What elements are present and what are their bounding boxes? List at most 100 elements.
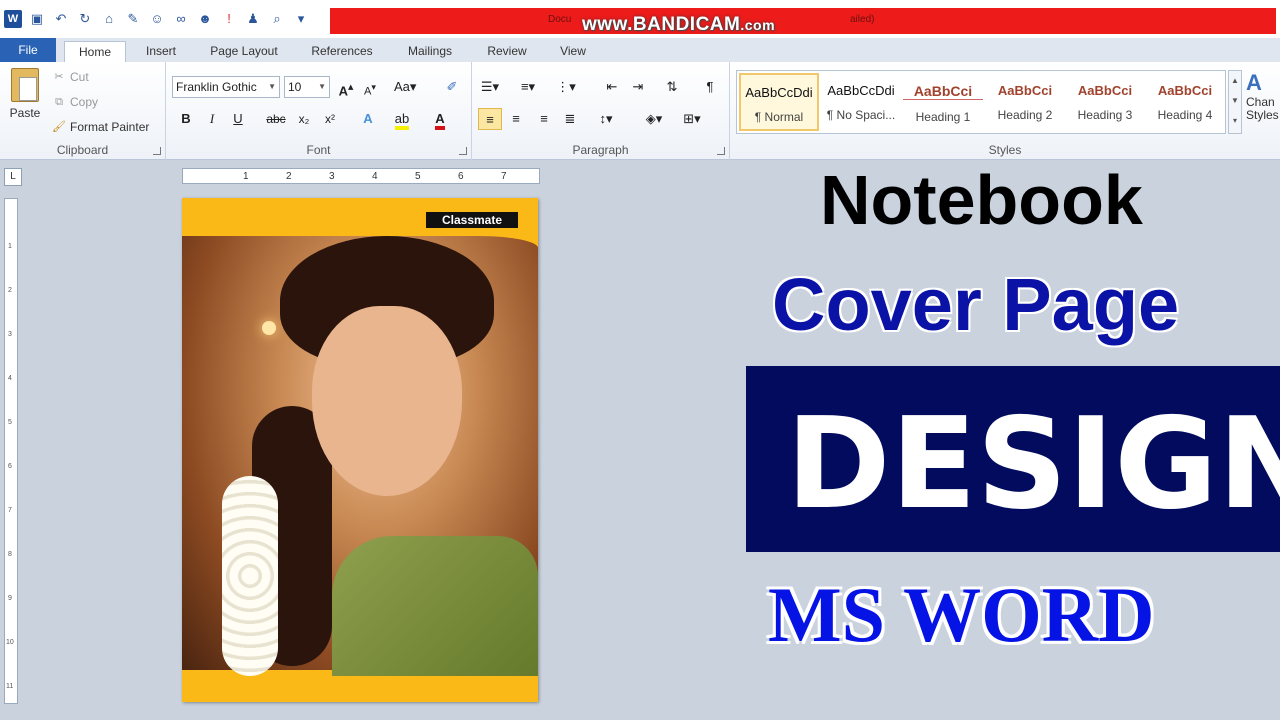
bold-button[interactable]: B bbox=[176, 108, 196, 130]
multilevel-list-icon[interactable]: ⋮▾ bbox=[556, 76, 576, 98]
cut-label: Cut bbox=[70, 70, 89, 84]
shrink-font-button[interactable]: A▾ bbox=[360, 76, 380, 98]
undo-icon[interactable]: ↶ bbox=[52, 10, 70, 28]
home-icon[interactable]: ⌂ bbox=[100, 10, 118, 28]
grow-font-button[interactable]: A▴ bbox=[336, 76, 356, 98]
borders-icon[interactable]: ⊞▾ bbox=[682, 108, 702, 130]
bullets-icon[interactable]: ☰▾ bbox=[480, 76, 500, 98]
show-formatting-button[interactable]: ¶ bbox=[700, 76, 720, 98]
style-heading-4[interactable]: AaBbCci Heading 4 bbox=[1145, 73, 1225, 131]
link-icon[interactable]: ∞ bbox=[172, 10, 190, 28]
align-center-icon[interactable]: ≡ bbox=[506, 108, 526, 130]
decrease-indent-icon[interactable]: ⇤ bbox=[602, 76, 622, 98]
style-name: ¶ No Spaci... bbox=[826, 108, 896, 122]
horizontal-ruler[interactable]: 1 2 3 4 5 6 7 bbox=[182, 168, 540, 184]
cover-photo[interactable] bbox=[182, 236, 538, 676]
find-icon[interactable]: ⌕ bbox=[268, 10, 286, 28]
tab-references[interactable]: References bbox=[302, 41, 382, 62]
highlight-color-button[interactable]: ab bbox=[392, 108, 412, 130]
tab-mailings[interactable]: Mailings bbox=[396, 41, 464, 62]
numbering-icon[interactable]: ≡▾ bbox=[518, 76, 538, 98]
photo-saree bbox=[332, 536, 538, 676]
more-icon[interactable]: ▾ bbox=[1229, 111, 1241, 131]
style-heading-2[interactable]: AaBbCci Heading 2 bbox=[985, 73, 1065, 131]
change-case-button[interactable]: Aa▾ bbox=[394, 76, 416, 98]
justify-icon[interactable]: ≣ bbox=[560, 108, 580, 130]
ruler-tick: 6 bbox=[458, 171, 464, 182]
save-icon[interactable]: ▣ bbox=[28, 10, 46, 28]
increase-indent-icon[interactable]: ⇥ bbox=[628, 76, 648, 98]
shading-icon[interactable]: ◈▾ bbox=[644, 108, 664, 130]
style-name: Heading 4 bbox=[1157, 108, 1213, 122]
headline-ms-word: MS WORD bbox=[768, 571, 1155, 658]
user-icon[interactable]: ♟ bbox=[244, 10, 262, 28]
paragraph-launcher-icon[interactable] bbox=[717, 147, 725, 155]
paste-button[interactable]: Paste bbox=[8, 68, 42, 120]
font-color-button[interactable]: A bbox=[430, 108, 450, 130]
smiley-icon[interactable]: ☺ bbox=[148, 10, 166, 28]
ruler-tick: 7 bbox=[501, 171, 507, 182]
ruler-tick: 3 bbox=[329, 171, 335, 182]
ruler-tick: 1 bbox=[8, 243, 12, 250]
style-normal[interactable]: AaBbCcDdi ¶ Normal bbox=[739, 73, 819, 131]
photo-face bbox=[312, 306, 462, 496]
clipboard-group-label: Clipboard bbox=[56, 143, 109, 157]
subscript-button[interactable]: x₂ bbox=[294, 108, 314, 130]
clipboard-group: Paste ✂ Cut ⧉ Copy 🖌 Format Painter Clip… bbox=[0, 62, 166, 160]
tab-page-layout[interactable]: Page Layout bbox=[200, 41, 288, 62]
cut-button[interactable]: ✂ Cut bbox=[52, 70, 89, 84]
style-no-spacing[interactable]: AaBbCcDdi ¶ No Spaci... bbox=[821, 73, 901, 131]
background-light bbox=[262, 321, 276, 335]
tab-file[interactable]: File bbox=[0, 38, 56, 62]
ruler-tick: 4 bbox=[8, 375, 12, 382]
style-sample: AaBbCci bbox=[1077, 83, 1133, 98]
underline-button[interactable]: U bbox=[228, 108, 248, 130]
ruler-tick: 4 bbox=[372, 171, 378, 182]
ruler-tick: 9 bbox=[8, 595, 12, 602]
copy-button[interactable]: ⧉ Copy bbox=[52, 95, 98, 109]
align-left-icon[interactable]: ≡ bbox=[478, 108, 502, 130]
ruler-tick: 10 bbox=[6, 639, 14, 646]
tab-view[interactable]: View bbox=[550, 41, 596, 62]
scissors-icon: ✂ bbox=[54, 71, 64, 83]
sort-icon[interactable]: ⇅ bbox=[662, 76, 682, 98]
tab-home[interactable]: Home bbox=[64, 41, 126, 62]
align-right-icon[interactable]: ≡ bbox=[534, 108, 554, 130]
ribbon-tabs: File Home Insert Page Layout References … bbox=[0, 38, 1280, 62]
recorder-watermark: www.BANDICAM.com bbox=[582, 14, 775, 36]
styles-scroll[interactable]: ▲ ▼ ▾ bbox=[1228, 70, 1242, 134]
style-heading-1[interactable]: AaBbCci Heading 1 bbox=[903, 73, 983, 131]
redo-icon[interactable]: ↻ bbox=[76, 10, 94, 28]
format-painter-button[interactable]: 🖌 Format Painter bbox=[52, 120, 149, 134]
style-heading-3[interactable]: AaBbCci Heading 3 bbox=[1065, 73, 1145, 131]
headline-design: DESIGN bbox=[786, 390, 1280, 537]
clipboard-launcher-icon[interactable] bbox=[153, 147, 161, 155]
italic-button[interactable]: I bbox=[202, 108, 222, 130]
tab-insert[interactable]: Insert bbox=[134, 41, 188, 62]
font-launcher-icon[interactable] bbox=[459, 147, 467, 155]
tab-review[interactable]: Review bbox=[478, 41, 536, 62]
strikethrough-button[interactable]: abc bbox=[266, 108, 286, 130]
line-spacing-icon[interactable]: ↕▾ bbox=[596, 108, 616, 130]
emoji-icon[interactable]: ☻ bbox=[196, 10, 214, 28]
document-page[interactable]: Classmate bbox=[182, 198, 538, 702]
font-family-select[interactable]: Franklin Gothic ▼ bbox=[172, 76, 280, 98]
style-name: ¶ Normal bbox=[754, 110, 804, 124]
paste-label: Paste bbox=[9, 106, 41, 120]
ruler-tick: 5 bbox=[415, 171, 421, 182]
font-size-select[interactable]: 10 ▼ bbox=[284, 76, 330, 98]
chevron-down-icon[interactable]: ▼ bbox=[1229, 91, 1241, 111]
clear-formatting-icon[interactable]: ✐ bbox=[442, 76, 462, 98]
customize-dropdown-icon[interactable]: ▾ bbox=[292, 10, 310, 28]
photo-flowers bbox=[222, 476, 278, 676]
edit-icon[interactable]: ✎ bbox=[124, 10, 142, 28]
chevron-up-icon[interactable]: ▲ bbox=[1229, 71, 1241, 91]
tab-selector[interactable]: L bbox=[4, 168, 22, 186]
text-effects-icon[interactable]: A bbox=[358, 108, 378, 130]
vertical-ruler[interactable]: 1 2 3 4 5 6 7 8 9 10 11 bbox=[4, 198, 18, 704]
alert-icon[interactable]: ! bbox=[220, 10, 238, 28]
change-styles-button[interactable]: A Chan Styles bbox=[1246, 70, 1280, 122]
brand-label[interactable]: Classmate bbox=[426, 212, 518, 228]
superscript-button[interactable]: x² bbox=[320, 108, 340, 130]
chevron-down-icon: ▼ bbox=[268, 82, 276, 91]
